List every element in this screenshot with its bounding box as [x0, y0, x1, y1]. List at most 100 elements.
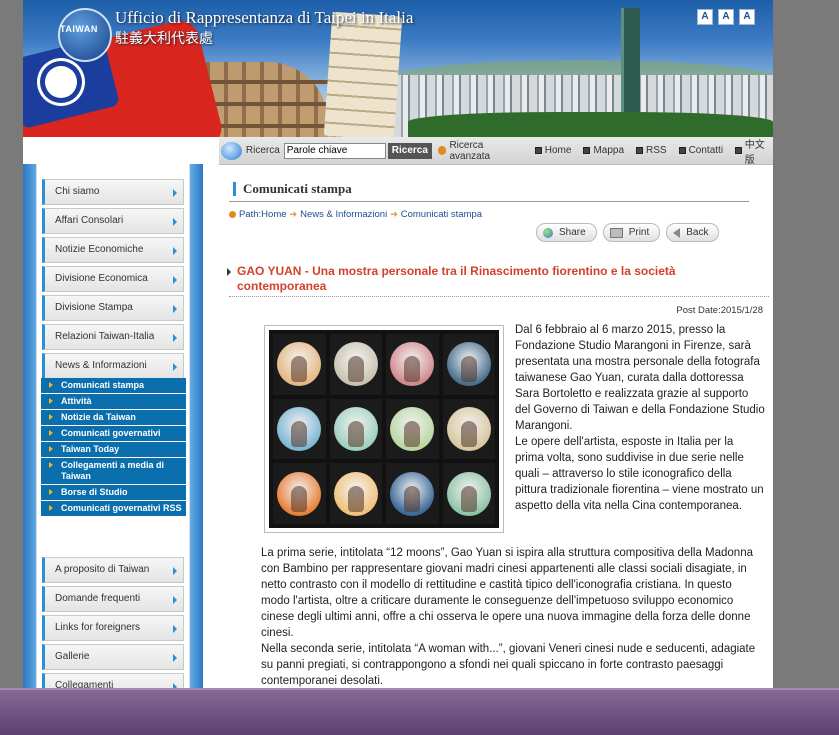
- bullet-icon: [678, 147, 686, 154]
- chevron-right-icon: [173, 218, 177, 226]
- article-title: GAO YUAN - Una mostra personale tra il R…: [237, 264, 676, 293]
- photo-cell: [386, 334, 439, 395]
- sidebar-item-divisione-economica[interactable]: Divisione Economica: [42, 266, 184, 292]
- breadcrumb-current[interactable]: Comunicati stampa: [401, 209, 482, 220]
- chevron-right-icon: ➔: [390, 209, 398, 219]
- print-button[interactable]: Print: [602, 223, 661, 242]
- nav-contatti-link[interactable]: Contatti: [678, 145, 724, 156]
- submenu-item-comunicati-stampa[interactable]: Comunicati stampa: [41, 378, 186, 394]
- article-paragraph: La prima serie, intitolata “12 moons”, G…: [261, 547, 753, 639]
- portrait-circle: [390, 406, 435, 451]
- chevron-right-icon: [173, 247, 177, 255]
- submenu-item-comunicati-rss[interactable]: Comunicati governativi RSS: [41, 501, 186, 517]
- nav-link-label: Contatti: [688, 145, 724, 156]
- back-label: Back: [686, 227, 709, 238]
- portrait-circle: [446, 342, 491, 387]
- article-photo[interactable]: [264, 325, 504, 533]
- portrait-circle: [333, 406, 378, 451]
- submenu-item-taiwan-today[interactable]: Taiwan Today: [41, 442, 186, 458]
- submenu-item-collegamenti-media[interactable]: Collegamenti a media di Taiwan: [41, 458, 186, 485]
- chevron-right-icon: [173, 654, 177, 662]
- sidebar-item-affari-consolari[interactable]: Affari Consolari: [42, 208, 184, 234]
- photo-cell: [329, 398, 382, 460]
- banner-flag-sun: [45, 66, 77, 98]
- nav-rss-link[interactable]: RSS: [636, 145, 667, 156]
- portrait-circle: [277, 471, 322, 516]
- bullet-icon: [534, 147, 542, 154]
- font-size-medium-button[interactable]: A: [718, 9, 734, 25]
- banner-trees: [408, 112, 773, 137]
- nav-home-link[interactable]: Home: [534, 145, 571, 156]
- breadcrumb-news[interactable]: News & Informazioni: [300, 209, 387, 220]
- site-title[interactable]: Ufficio di Rappresentanza di Taipei in I…: [115, 8, 413, 28]
- photo-grid: [269, 330, 499, 528]
- photo-cell: [329, 334, 382, 395]
- back-arrow-icon: [673, 227, 681, 238]
- print-label: Print: [628, 227, 650, 238]
- article-body-intro: Dal 6 febbraio al 6 marzo 2015, presso l…: [515, 322, 765, 514]
- sidebar-item-a-proposito-di-taiwan[interactable]: A proposito di Taiwan: [42, 557, 184, 583]
- logo-text: TAIWAN: [60, 24, 98, 34]
- article-body: La prima serie, intitolata “12 moons”, G…: [261, 545, 761, 688]
- taiwan-logo[interactable]: [58, 8, 112, 62]
- sidebar-item-label: Relazioni Taiwan-Italia: [55, 331, 155, 342]
- sidebar-item-label: Notizie Economiche: [55, 244, 144, 255]
- sidebar-item-label: News & Informazioni: [55, 360, 147, 371]
- submenu-item-notizie-da-taiwan[interactable]: Notizie da Taiwan: [41, 410, 186, 426]
- page-title: Comunicati stampa: [233, 182, 352, 196]
- sidebar-item-label: Divisione Stampa: [55, 302, 133, 313]
- sidebar-item-label: A proposito di Taiwan: [55, 564, 150, 575]
- site-subtitle: 駐義大利代表處: [115, 32, 213, 47]
- post-date: Post Date:2015/1/28: [676, 305, 763, 316]
- title-bullet-icon: [227, 268, 231, 276]
- font-size-large-button[interactable]: A: [739, 9, 755, 25]
- chevron-right-icon: [173, 334, 177, 342]
- breadcrumb: Path:Home ➔ News & Informazioni ➔ Comuni…: [229, 209, 482, 220]
- share-button[interactable]: Share: [536, 223, 597, 242]
- photo-cell: [273, 334, 326, 395]
- sidebar-item-label: Gallerie: [55, 651, 90, 662]
- sidebar: Chi siamo Affari Consolari Notizie Econo…: [36, 164, 190, 688]
- nav-mappa-link[interactable]: Mappa: [583, 145, 624, 156]
- sidebar-item-collegamenti[interactable]: Collegamenti: [42, 673, 184, 688]
- sidebar-item-label: Affari Consolari: [55, 215, 124, 226]
- chevron-right-icon: [173, 625, 177, 633]
- sidebar-item-domande-frequenti[interactable]: Domande frequenti: [42, 586, 184, 612]
- search-label: Ricerca: [245, 145, 280, 156]
- sidebar-item-label: Collegamenti: [55, 680, 114, 688]
- sidebar-item-relazioni-taiwan-italia[interactable]: Relazioni Taiwan-Italia: [42, 324, 184, 350]
- portrait-circle: [446, 406, 491, 451]
- photo-cell: [442, 398, 495, 460]
- breadcrumb-icon: [229, 211, 236, 218]
- submenu-item-attivita[interactable]: Attività: [41, 394, 186, 410]
- photo-cell: [386, 463, 439, 524]
- nav-link-label: RSS: [646, 145, 667, 156]
- article-paragraph: Le opere dell'artista, esposte in Italia…: [515, 436, 764, 512]
- portrait-circle: [390, 471, 435, 516]
- sidebar-item-gallerie[interactable]: Gallerie: [42, 644, 184, 670]
- header-banner: TAIWAN Ufficio di Rappresentanza di Taip…: [23, 0, 773, 137]
- submenu-item-comunicati-governativi[interactable]: Comunicati governativi: [41, 426, 186, 442]
- font-size-small-button[interactable]: A: [697, 9, 713, 25]
- nav-chinese-link[interactable]: 中文版: [735, 136, 773, 166]
- chevron-right-icon: [173, 596, 177, 604]
- sidebar-item-notizie-economiche[interactable]: Notizie Economiche: [42, 237, 184, 263]
- sidebar-item-divisione-stampa[interactable]: Divisione Stampa: [42, 295, 184, 321]
- sidebar-item-label: Domande frequenti: [55, 593, 141, 604]
- left-gutter: [23, 164, 36, 688]
- photo-cell: [273, 463, 326, 524]
- submenu-item-borse-di-studio[interactable]: Borse di Studio: [41, 485, 186, 501]
- sidebar-item-chi-siamo[interactable]: Chi siamo: [42, 179, 184, 205]
- sidebar-item-links-for-foreigners[interactable]: Links for foreigners: [42, 615, 184, 641]
- nav-link-label: 中文版: [744, 139, 765, 166]
- sidebar-item-news-informazioni[interactable]: News & Informazioni: [42, 353, 184, 379]
- breadcrumb-home[interactable]: Path:Home: [239, 209, 287, 220]
- search-input[interactable]: [283, 142, 386, 159]
- chevron-right-icon: [173, 276, 177, 284]
- bullet-icon: [636, 147, 644, 154]
- advanced-search-link[interactable]: Ricerca avanzata: [449, 140, 522, 162]
- title-divider: [229, 201, 749, 202]
- search-button[interactable]: Ricerca: [387, 142, 432, 159]
- back-button[interactable]: Back: [666, 223, 720, 242]
- desktop-background: [0, 688, 839, 735]
